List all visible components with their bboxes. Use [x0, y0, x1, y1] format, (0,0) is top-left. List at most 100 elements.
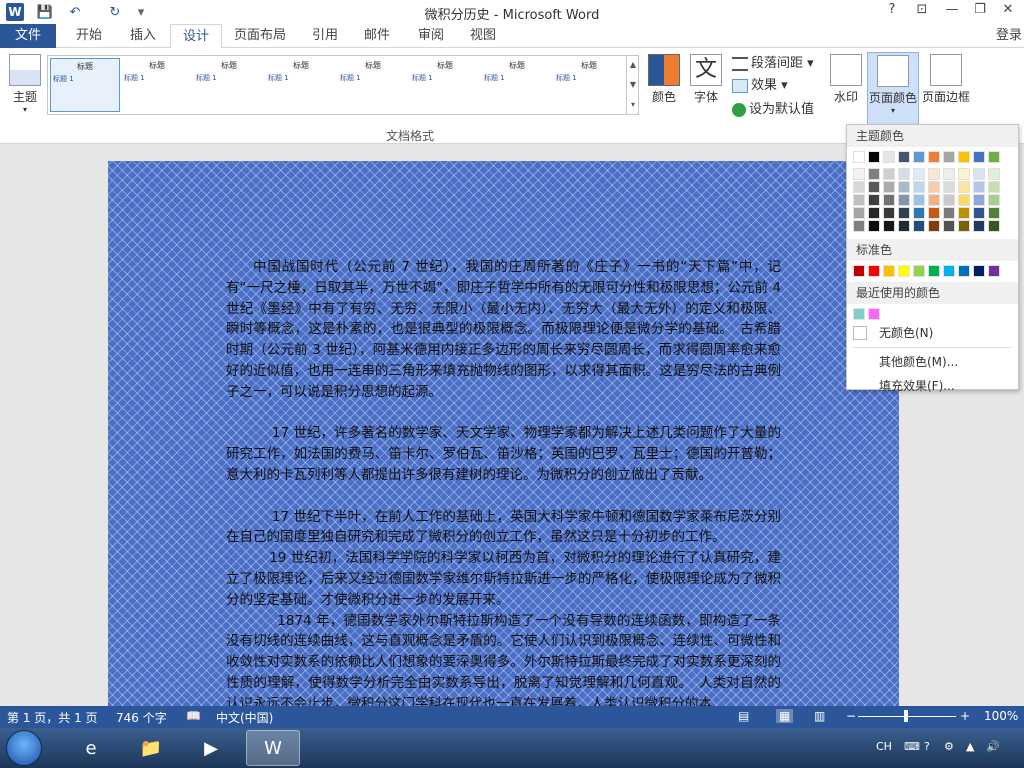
color-swatch[interactable] — [853, 168, 865, 180]
color-swatch[interactable] — [913, 151, 925, 163]
fill-effects-option[interactable]: 填充效果(F)... — [847, 374, 1018, 398]
color-swatch[interactable] — [868, 308, 880, 320]
start-button[interactable] — [6, 730, 42, 766]
zoom-in-icon[interactable]: + — [960, 709, 970, 723]
no-color-option[interactable]: 无颜色(N) — [847, 321, 1018, 345]
help-tray-icon[interactable]: ? — [924, 740, 930, 753]
tab-design[interactable]: 设计 — [170, 24, 223, 49]
paragraph-spacing-button[interactable]: 段落间距 ▾ — [732, 54, 814, 74]
color-swatch[interactable] — [913, 207, 925, 219]
color-swatch[interactable] — [943, 194, 955, 206]
gallery-scroll[interactable]: ▲ ▼ ▾ — [626, 55, 639, 115]
color-swatch[interactable] — [913, 220, 925, 232]
document-body[interactable]: 中国战国时代（公元前 7 世纪），我国的庄周所著的《庄子》一书的“天下篇”中，记… — [226, 257, 781, 706]
color-swatch[interactable] — [928, 181, 940, 193]
color-swatch[interactable] — [898, 207, 910, 219]
undo-icon[interactable]: ↶ — [66, 3, 84, 21]
word-count[interactable]: 746 个字 — [116, 709, 167, 726]
tab-view[interactable]: 视图 — [458, 24, 508, 48]
color-swatch[interactable] — [883, 181, 895, 193]
ie-icon[interactable]: e — [64, 730, 118, 766]
color-swatch[interactable] — [913, 168, 925, 180]
color-swatch[interactable] — [958, 220, 970, 232]
page-color-button[interactable]: 页面颜色 ▾ — [867, 52, 919, 130]
color-swatch[interactable] — [958, 207, 970, 219]
style-set-item[interactable]: 标题 标题 1 — [122, 58, 192, 112]
color-swatch[interactable] — [973, 194, 985, 206]
color-swatch[interactable] — [943, 181, 955, 193]
color-swatch[interactable] — [973, 265, 985, 277]
page-border-button[interactable]: 页面边框 — [920, 54, 972, 105]
color-swatch[interactable] — [868, 207, 880, 219]
read-mode-icon[interactable]: ▤ — [738, 709, 749, 723]
color-swatch[interactable] — [988, 181, 1000, 193]
close-button[interactable]: ✕ — [996, 2, 1020, 22]
colors-button[interactable]: 颜色 — [646, 54, 682, 105]
themes-button[interactable]: 主题 ▾ — [8, 54, 42, 114]
color-swatch[interactable] — [883, 151, 895, 163]
tab-mailings[interactable]: 邮件 — [352, 24, 402, 48]
style-set-item[interactable]: 标题 标题 1 — [266, 58, 336, 112]
paragraph[interactable]: 17 世纪下半叶，在前人工作的基础上，英国大科学家牛顿和德国数学家莱布尼茨分别在… — [226, 507, 781, 549]
color-swatch[interactable] — [883, 207, 895, 219]
color-swatch[interactable] — [868, 181, 880, 193]
color-swatch[interactable] — [853, 151, 865, 163]
color-swatch[interactable] — [913, 265, 925, 277]
print-layout-icon[interactable]: ▦ — [776, 709, 794, 723]
color-swatch[interactable] — [988, 194, 1000, 206]
color-swatch[interactable] — [913, 194, 925, 206]
color-swatch[interactable] — [928, 265, 940, 277]
color-swatch[interactable] — [868, 265, 880, 277]
color-swatch[interactable] — [988, 265, 1000, 277]
maximize-button[interactable]: ❐ — [968, 2, 992, 22]
gallery-up-icon[interactable]: ▲ — [627, 55, 639, 75]
color-swatch[interactable] — [928, 220, 940, 232]
color-swatch[interactable] — [853, 207, 865, 219]
color-swatch[interactable] — [853, 220, 865, 232]
more-colors-option[interactable]: 其他颜色(M)... — [847, 350, 1018, 374]
style-set-item[interactable]: 标题 标题 1 — [338, 58, 408, 112]
color-swatch[interactable] — [868, 168, 880, 180]
web-layout-icon[interactable]: ▥ — [814, 709, 825, 723]
color-swatch[interactable] — [853, 194, 865, 206]
color-swatch[interactable] — [868, 194, 880, 206]
color-swatch[interactable] — [898, 220, 910, 232]
zoom-level[interactable]: 100% — [984, 709, 1018, 723]
tab-references[interactable]: 引用 — [300, 24, 350, 48]
media-player-icon[interactable]: ▶ — [184, 730, 238, 766]
color-swatch[interactable] — [988, 151, 1000, 163]
color-swatch[interactable] — [853, 265, 865, 277]
color-swatch[interactable] — [868, 220, 880, 232]
color-swatch[interactable] — [898, 168, 910, 180]
paragraph[interactable]: 17 世纪，许多著名的数学家、天文学家、物理学家都为解决上述几类问题作了大量的研… — [226, 423, 781, 485]
style-set-item[interactable]: 标题 标题 1 — [482, 58, 552, 112]
word-app-icon[interactable]: W — [6, 3, 24, 21]
gallery-down-icon[interactable]: ▼ — [627, 75, 639, 95]
paragraph[interactable]: 中国战国时代（公元前 7 世纪），我国的庄周所著的《庄子》一书的“天下篇”中，记… — [226, 257, 781, 403]
tab-layout[interactable]: 页面布局 — [222, 24, 298, 48]
zoom-slider-thumb[interactable] — [904, 710, 908, 722]
color-swatch[interactable] — [973, 168, 985, 180]
color-swatch[interactable] — [883, 265, 895, 277]
set-default-button[interactable]: 设为默认值 — [732, 100, 814, 120]
color-swatch[interactable] — [973, 220, 985, 232]
help-button[interactable]: ? — [880, 2, 904, 22]
minimize-button[interactable]: — — [940, 2, 964, 22]
color-swatch[interactable] — [958, 265, 970, 277]
save-icon[interactable]: 💾 — [36, 3, 54, 21]
color-swatch[interactable] — [883, 194, 895, 206]
zoom-out-icon[interactable]: − — [846, 709, 856, 723]
color-swatch[interactable] — [928, 207, 940, 219]
show-hidden-icon[interactable]: ▲ — [966, 740, 974, 753]
style-set-item[interactable]: 标题 标题 1 — [194, 58, 264, 112]
color-swatch[interactable] — [943, 151, 955, 163]
paragraph[interactable]: 1874 年，德国数学家外尔斯特拉斯构造了一个没有导数的连续函数，即构造了一条没… — [226, 611, 781, 706]
color-swatch[interactable] — [928, 168, 940, 180]
color-swatch[interactable] — [883, 168, 895, 180]
tab-review[interactable]: 审阅 — [406, 24, 456, 48]
proofing-icon[interactable]: 📖 — [186, 709, 201, 723]
page-count[interactable]: 第 1 页，共 1 页 — [7, 709, 98, 726]
color-swatch[interactable] — [958, 181, 970, 193]
color-swatch[interactable] — [868, 151, 880, 163]
color-swatch[interactable] — [943, 207, 955, 219]
